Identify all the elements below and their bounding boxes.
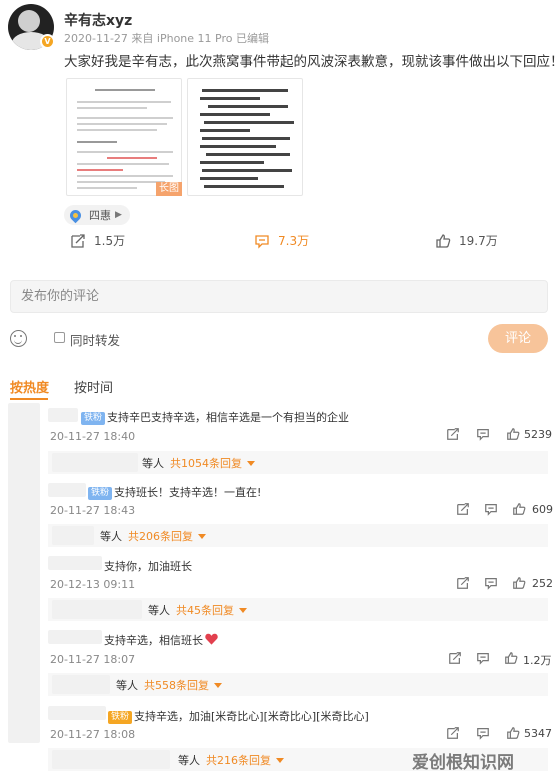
reply-count[interactable]: 共45条回复 — [176, 602, 247, 618]
reply-users-blurred — [52, 675, 110, 694]
reply-bar[interactable]: 等人 共558条回复 — [48, 673, 548, 696]
reply-bar[interactable]: 等人 共45条回复 — [48, 598, 548, 621]
comment-text: 支持你，加油班长 — [104, 560, 192, 573]
reply-prefix: 等人 — [142, 457, 164, 470]
like-button[interactable]: 19.7万 — [435, 232, 498, 249]
comment-time: 20-11-27 18:07 — [50, 653, 136, 666]
comment-time: 20-11-27 18:40 — [50, 430, 136, 443]
chevron-down-icon — [214, 683, 222, 688]
chevron-down-icon — [239, 608, 247, 613]
comment-like-count: 609 — [532, 503, 553, 516]
comment-button[interactable]: 7.3万 — [254, 232, 309, 249]
comment-count: 7.3万 — [278, 234, 310, 248]
repost-icon[interactable] — [456, 576, 470, 590]
comment-actions: 252 — [456, 576, 556, 594]
comment-input[interactable]: 发布你的评论 — [10, 280, 548, 313]
chevron-down-icon — [198, 534, 206, 539]
comment-username-blurred[interactable] — [48, 630, 102, 644]
submit-comment-button[interactable]: 评论 — [488, 324, 548, 353]
reply-users-blurred — [52, 750, 170, 769]
long-image-tag: 长图 — [156, 182, 182, 196]
thumbs-up-icon[interactable] — [504, 651, 518, 665]
comment-actions: 5347 — [446, 726, 556, 744]
reply-users-blurred — [52, 453, 138, 472]
chevron-right-icon: ▶ — [115, 210, 122, 220]
fan-badge: 铁粉 — [108, 711, 133, 724]
fan-badge: 铁粉 — [88, 487, 113, 500]
comment-icon[interactable] — [476, 651, 490, 665]
comment-time: 20-12-13 09:11 — [50, 578, 136, 591]
thumbs-up-icon[interactable] — [506, 427, 520, 441]
post-image-1[interactable] — [66, 78, 182, 196]
comment-avatars-blurred — [8, 403, 40, 743]
comment-text: 铁粉 支持辛选，加油[米奇比心][米奇比心][米奇比心] — [108, 708, 369, 724]
comment-text: 支持辛选，相信班长 — [104, 632, 218, 648]
repost-count: 1.5万 — [94, 234, 126, 248]
comment-like-count: 5239 — [524, 428, 552, 441]
emoji-icon[interactable] — [10, 330, 27, 347]
post-text: 大家好我是辛有志，此次燕窝事件带起的风波深表歉意，现就该事件做出以下回应！ — [64, 54, 560, 70]
active-tab-underline — [10, 398, 48, 400]
comment-icon — [255, 234, 269, 249]
reply-prefix: 等人 — [100, 530, 122, 543]
repost-icon[interactable] — [456, 502, 470, 516]
thumbs-up-icon[interactable] — [506, 726, 520, 740]
post-meta: 2020-11-27 来自 iPhone 11 Pro 已编辑 — [64, 32, 269, 45]
comment-actions: 609 — [456, 502, 556, 520]
comment-icon[interactable] — [484, 576, 498, 590]
reply-prefix: 等人 — [148, 604, 170, 617]
comment-actions: 1.2万 — [448, 651, 558, 669]
reply-count[interactable]: 共206条回复 — [128, 528, 206, 544]
reply-count[interactable]: 共558条回复 — [144, 677, 222, 693]
thumbs-up-icon — [436, 233, 451, 248]
location-label: 四惠 — [89, 209, 111, 222]
comment-username-blurred[interactable] — [48, 556, 102, 570]
like-count: 19.7万 — [459, 234, 498, 248]
comment-time: 20-11-27 18:43 — [50, 504, 136, 517]
verified-badge-icon: V — [40, 34, 55, 49]
repost-icon[interactable] — [446, 427, 460, 441]
comment-username-blurred[interactable] — [48, 483, 86, 497]
comment-time: 20-11-27 18:08 — [50, 728, 136, 741]
comment-icon[interactable] — [476, 726, 490, 740]
reply-prefix: 等人 — [178, 754, 200, 767]
fan-badge: 铁粉 — [81, 412, 106, 425]
repost-icon[interactable] — [446, 726, 460, 740]
comment-text: 铁粉 支持辛巴支持辛选，相信辛选是一个有担当的企业 — [81, 409, 349, 425]
comment-actions: 5239 — [446, 427, 556, 445]
repost-button[interactable]: 1.5万 — [70, 232, 125, 249]
comment-text: 铁粉 支持班长！支持辛选！一直在! — [88, 484, 261, 500]
comment-like-count: 1.2万 — [523, 654, 552, 667]
comment-icon[interactable] — [476, 427, 490, 441]
tab-time[interactable]: 按时间 — [74, 377, 113, 396]
reply-users-blurred — [52, 600, 142, 619]
repost-icon — [71, 233, 85, 248]
thumbs-up-icon[interactable] — [512, 502, 526, 516]
location-pin-icon — [67, 207, 84, 223]
post-image-2[interactable] — [187, 78, 303, 196]
post-username[interactable]: 辛有志xyz — [64, 10, 132, 30]
reply-count[interactable]: 共1054条回复 — [170, 455, 255, 471]
location-tag[interactable]: 四惠 ▶ — [64, 205, 130, 225]
repost-checkbox-label[interactable]: 同时转发 — [70, 330, 120, 349]
comment-like-count: 252 — [532, 577, 553, 590]
reply-count[interactable]: 共216条回复 — [206, 752, 284, 768]
comment-username-blurred[interactable] — [48, 408, 78, 422]
repost-icon[interactable] — [448, 651, 462, 665]
comment-icon[interactable] — [484, 502, 498, 516]
repost-checkbox[interactable] — [54, 332, 65, 343]
thumbs-up-icon[interactable] — [512, 576, 526, 590]
comment-like-count: 5347 — [524, 727, 552, 740]
heart-emoji-icon — [205, 633, 218, 645]
reply-prefix: 等人 — [116, 679, 138, 692]
chevron-down-icon — [276, 758, 284, 763]
comment-username-blurred[interactable] — [48, 706, 106, 720]
reply-bar[interactable]: 等人 共1054条回复 — [48, 451, 548, 474]
reply-users-blurred — [52, 526, 94, 545]
tab-hot[interactable]: 按热度 — [10, 377, 49, 396]
chevron-down-icon — [247, 461, 255, 466]
reply-bar[interactable]: 等人 共206条回复 — [48, 524, 548, 547]
watermark: 爱创根知识网 — [412, 753, 514, 773]
